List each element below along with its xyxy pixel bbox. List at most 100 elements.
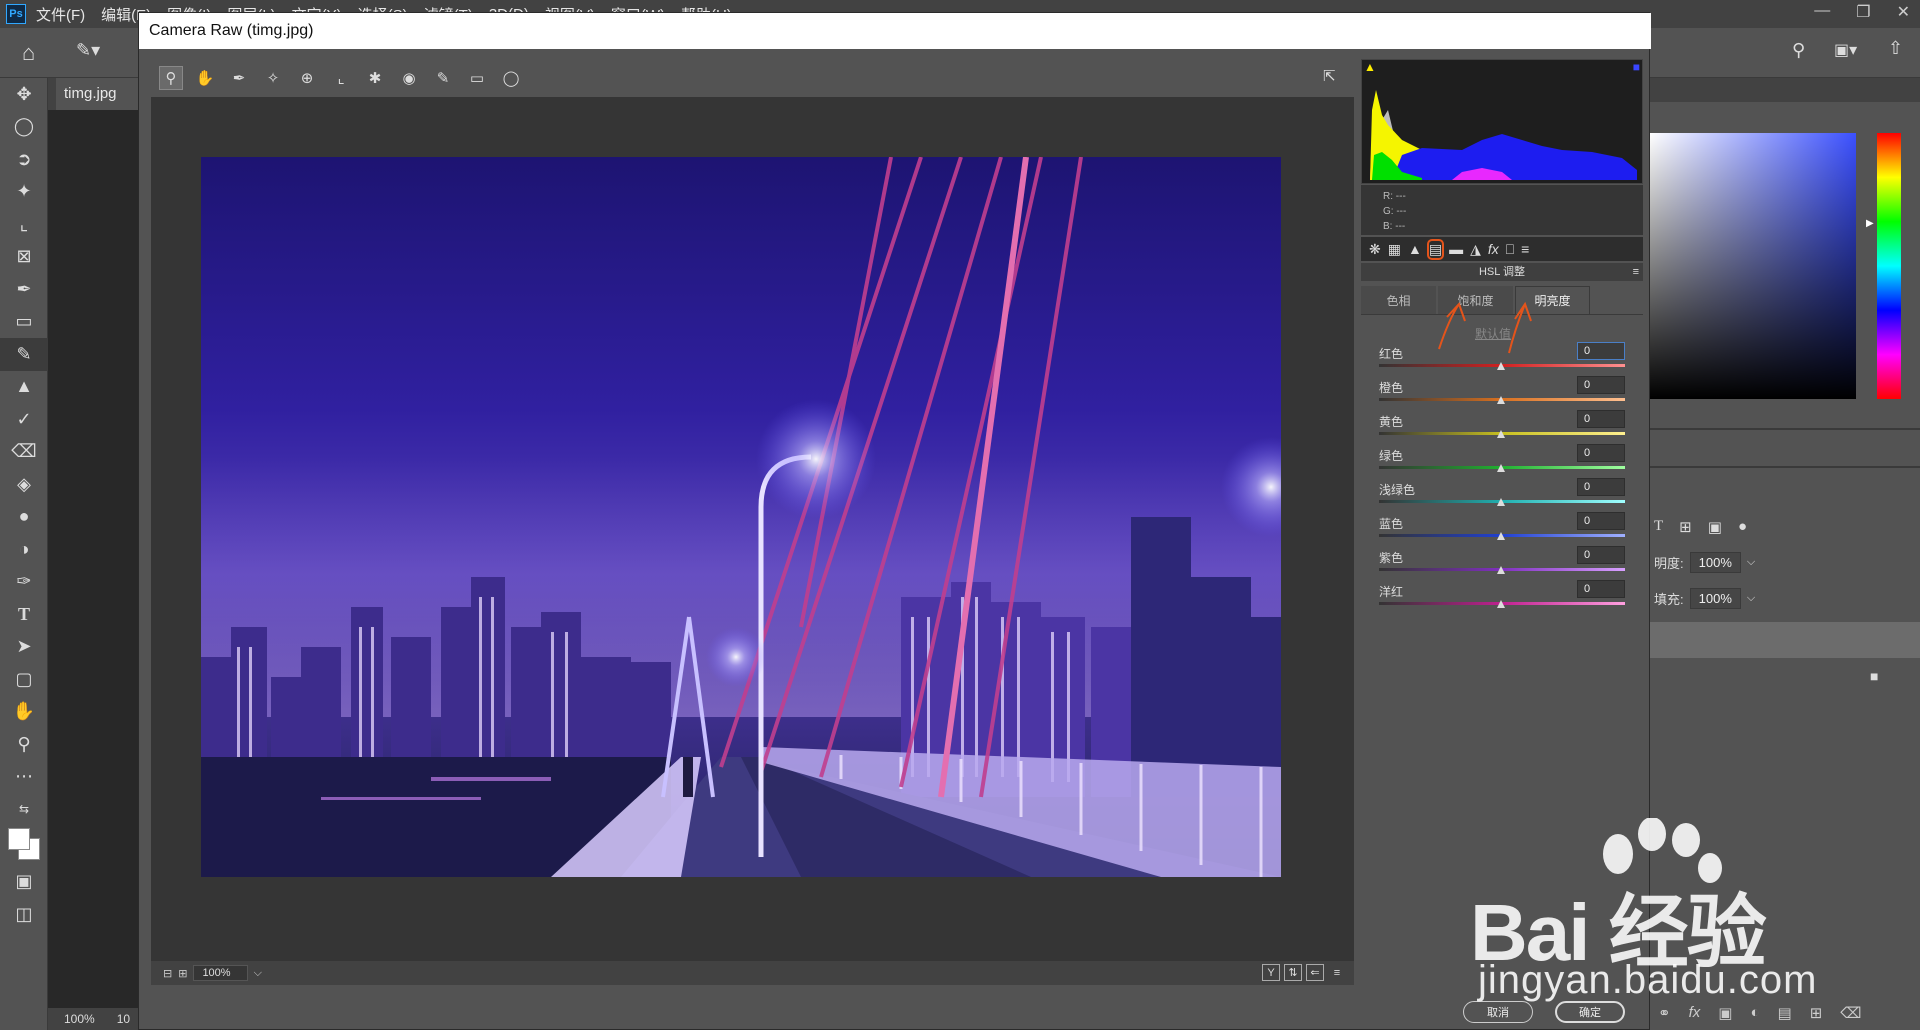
fullscreen-toggle-icon[interactable]: ⇱ bbox=[1323, 67, 1336, 85]
lens-corrections-panel-icon[interactable]: ◮ bbox=[1470, 241, 1481, 258]
status-zoom[interactable]: 100% bbox=[64, 1012, 95, 1026]
yellow-value-field[interactable]: 0 bbox=[1577, 410, 1625, 428]
cancel-button[interactable]: 取消 bbox=[1463, 1001, 1533, 1023]
search-icon[interactable]: ⚲ bbox=[1792, 40, 1805, 61]
hand-tool-icon[interactable]: ✋ bbox=[0, 696, 48, 729]
magenta-value-field[interactable]: 0 bbox=[1577, 580, 1625, 598]
split-toning-panel-icon[interactable]: ▬ bbox=[1449, 241, 1463, 257]
hsl-panel-icon[interactable]: ▤ bbox=[1426, 238, 1445, 260]
color-sampler-tool-icon[interactable]: ✧ bbox=[261, 66, 285, 90]
type-tool-icon[interactable]: T bbox=[0, 598, 48, 631]
color-swatches[interactable] bbox=[0, 826, 47, 866]
slider-thumb[interactable] bbox=[1497, 396, 1505, 404]
aqua-value-field[interactable]: 0 bbox=[1577, 478, 1625, 496]
foreground-color-swatch[interactable] bbox=[8, 827, 30, 850]
detail-panel-icon[interactable]: ▲ bbox=[1408, 241, 1422, 257]
brush-tool-icon[interactable]: ✎ bbox=[0, 338, 48, 371]
eyedropper-tool-icon[interactable]: ✒ bbox=[0, 273, 48, 306]
red-eye-tool-icon[interactable]: ◉ bbox=[397, 66, 421, 90]
effects-panel-icon[interactable]: fx bbox=[1488, 241, 1499, 257]
menu-file[interactable]: 文件(F) bbox=[36, 4, 85, 25]
new-group-icon[interactable]: ▤ bbox=[1778, 1004, 1792, 1022]
zoom-in-icon[interactable]: ⊞ bbox=[178, 967, 187, 980]
red-value-field[interactable]: 0 bbox=[1577, 342, 1625, 360]
slider-thumb[interactable] bbox=[1497, 498, 1505, 506]
presets-panel-icon[interactable]: ≡ bbox=[1521, 241, 1529, 257]
document-tab[interactable]: timg.jpg @ bbox=[56, 78, 140, 134]
selected-layer-row[interactable] bbox=[1648, 622, 1920, 658]
basic-panel-icon[interactable]: ❋ bbox=[1369, 241, 1381, 258]
smart-object-filter-icon[interactable]: ▣ bbox=[1708, 518, 1722, 536]
color-picker-field[interactable] bbox=[1650, 133, 1856, 399]
opacity-field[interactable]: 100% bbox=[1689, 552, 1741, 573]
ok-button[interactable]: 确定 bbox=[1555, 1001, 1625, 1023]
radial-filter-tool-icon[interactable]: ◯ bbox=[499, 66, 523, 90]
slider-thumb[interactable] bbox=[1497, 600, 1505, 608]
zoom-tool-icon[interactable]: ⚲ bbox=[159, 66, 183, 90]
slider-thumb[interactable] bbox=[1497, 566, 1505, 574]
more-tools-icon[interactable]: ⋯ bbox=[0, 761, 48, 794]
brush-preset-icon[interactable]: ✎▾ bbox=[76, 40, 100, 61]
graduated-filter-tool-icon[interactable]: ▭ bbox=[465, 66, 489, 90]
chevron-down-icon[interactable]: ⌵ bbox=[1747, 592, 1755, 605]
history-brush-tool-icon[interactable]: ✓ bbox=[0, 403, 48, 436]
straighten-crop-tool-icon[interactable]: ⌞ bbox=[329, 66, 353, 90]
zoom-level-select[interactable]: 100% bbox=[193, 965, 248, 981]
screen-mode-icon[interactable]: ◫ bbox=[0, 898, 48, 931]
slider-thumb[interactable] bbox=[1497, 532, 1505, 540]
chevron-down-icon[interactable]: ⌵ bbox=[254, 967, 262, 980]
eraser-tool-icon[interactable]: ⌫ bbox=[0, 436, 48, 469]
highlight-clipping-icon[interactable]: ■ bbox=[1633, 60, 1640, 74]
path-selection-tool-icon[interactable]: ➤ bbox=[0, 631, 48, 664]
magic-wand-tool-icon[interactable]: ✦ bbox=[0, 176, 48, 209]
purple-value-field[interactable]: 0 bbox=[1577, 546, 1625, 564]
blue-value-field[interactable]: 0 bbox=[1577, 512, 1625, 530]
shape-filter-icon[interactable]: ⊞ bbox=[1679, 518, 1692, 536]
filter-toggle-icon[interactable]: ● bbox=[1738, 518, 1747, 536]
zoom-tool-icon[interactable]: ⚲ bbox=[0, 728, 48, 761]
zoom-out-icon[interactable]: ⊟ bbox=[163, 967, 172, 980]
slider-thumb[interactable] bbox=[1497, 464, 1505, 472]
paint-bucket-tool-icon[interactable]: ◈ bbox=[0, 468, 48, 501]
swap-colors-icon[interactable]: ⇆ bbox=[0, 793, 48, 826]
slider-thumb[interactable] bbox=[1497, 430, 1505, 438]
camera-calibration-panel-icon[interactable]: ⎕ bbox=[1506, 241, 1514, 258]
white-balance-tool-icon[interactable]: ✒ bbox=[227, 66, 251, 90]
fill-field[interactable]: 100% bbox=[1689, 588, 1741, 609]
blur-tool-icon[interactable]: ● bbox=[0, 501, 48, 534]
dodge-tool-icon[interactable]: ◑ bbox=[0, 533, 48, 566]
crop-tool-icon[interactable]: ⌞ bbox=[0, 208, 48, 241]
adjustment-brush-tool-icon[interactable]: ✎ bbox=[431, 66, 455, 90]
copy-settings-icon[interactable]: ⇐ bbox=[1306, 964, 1324, 981]
slider-thumb[interactable] bbox=[1497, 362, 1505, 370]
restore-icon[interactable]: ❐ bbox=[1856, 2, 1870, 22]
rectangle-tool-icon[interactable]: ▢ bbox=[0, 663, 48, 696]
hue-slider[interactable] bbox=[1877, 133, 1901, 399]
frame-tool-icon[interactable]: ⊠ bbox=[0, 241, 48, 274]
minimize-icon[interactable]: — bbox=[1814, 2, 1830, 22]
layer-style-icon[interactable]: fx bbox=[1689, 1004, 1701, 1022]
stamp-tool-icon[interactable]: ▲ bbox=[0, 371, 48, 404]
panel-menu-icon[interactable]: ≡ bbox=[1633, 263, 1639, 281]
link-layers-icon[interactable]: ⚭ bbox=[1658, 1004, 1671, 1022]
type-filter-icon[interactable]: T bbox=[1654, 518, 1663, 536]
green-value-field[interactable]: 0 bbox=[1577, 444, 1625, 462]
targeted-adjustment-tool-icon[interactable]: ⊕ bbox=[295, 66, 319, 90]
spot-removal-tool-icon[interactable]: ✱ bbox=[363, 66, 387, 90]
share-icon[interactable]: ⇧ bbox=[1888, 38, 1903, 59]
hand-tool-icon[interactable]: ✋ bbox=[193, 66, 217, 90]
home-icon[interactable]: ⌂ bbox=[22, 40, 35, 66]
workspace-icon[interactable]: ▣▾ bbox=[1834, 40, 1857, 60]
quick-mask-icon[interactable]: ▣ bbox=[0, 866, 48, 899]
chevron-down-icon[interactable]: ⌵ bbox=[1747, 556, 1755, 569]
close-icon[interactable]: ✕ bbox=[1897, 2, 1910, 22]
new-layer-icon[interactable]: ⊞ bbox=[1810, 1004, 1823, 1022]
shadow-clipping-icon[interactable]: ▲ bbox=[1364, 60, 1376, 74]
healing-brush-tool-icon[interactable]: ▭ bbox=[0, 306, 48, 339]
preview-prefs-icon[interactable]: ≡ bbox=[1328, 964, 1346, 981]
orange-value-field[interactable]: 0 bbox=[1577, 376, 1625, 394]
tab-hue[interactable]: 色相 bbox=[1361, 286, 1436, 314]
tone-curve-panel-icon[interactable]: ▦ bbox=[1388, 241, 1401, 258]
preview-photo[interactable] bbox=[201, 157, 1281, 877]
lasso-tool-icon[interactable]: ➲ bbox=[0, 143, 48, 176]
